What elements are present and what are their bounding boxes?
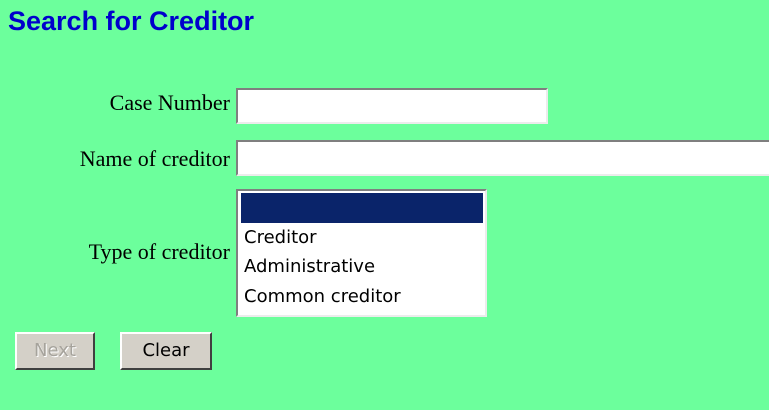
page-title: Search for Creditor [8, 6, 255, 36]
creditor-name-input[interactable] [236, 140, 769, 176]
next-button[interactable]: Next [15, 332, 95, 370]
case-number-label: Case Number [109, 90, 230, 115]
search-form-panel: Search for Creditor Case Number Name of … [0, 0, 769, 410]
listbox-option-creditor[interactable]: Creditor [241, 223, 483, 253]
creditor-type-label: Type of creditor [88, 239, 230, 264]
listbox-option-administrative[interactable]: Administrative [241, 252, 483, 282]
listbox-option-blank[interactable] [241, 193, 483, 223]
clear-button[interactable]: Clear [120, 332, 212, 370]
creditor-type-listbox[interactable]: Creditor Administrative Common creditor [236, 189, 487, 317]
case-number-input[interactable] [236, 88, 548, 124]
creditor-name-label: Name of creditor [79, 146, 230, 171]
listbox-option-common-creditor[interactable]: Common creditor [241, 282, 483, 312]
